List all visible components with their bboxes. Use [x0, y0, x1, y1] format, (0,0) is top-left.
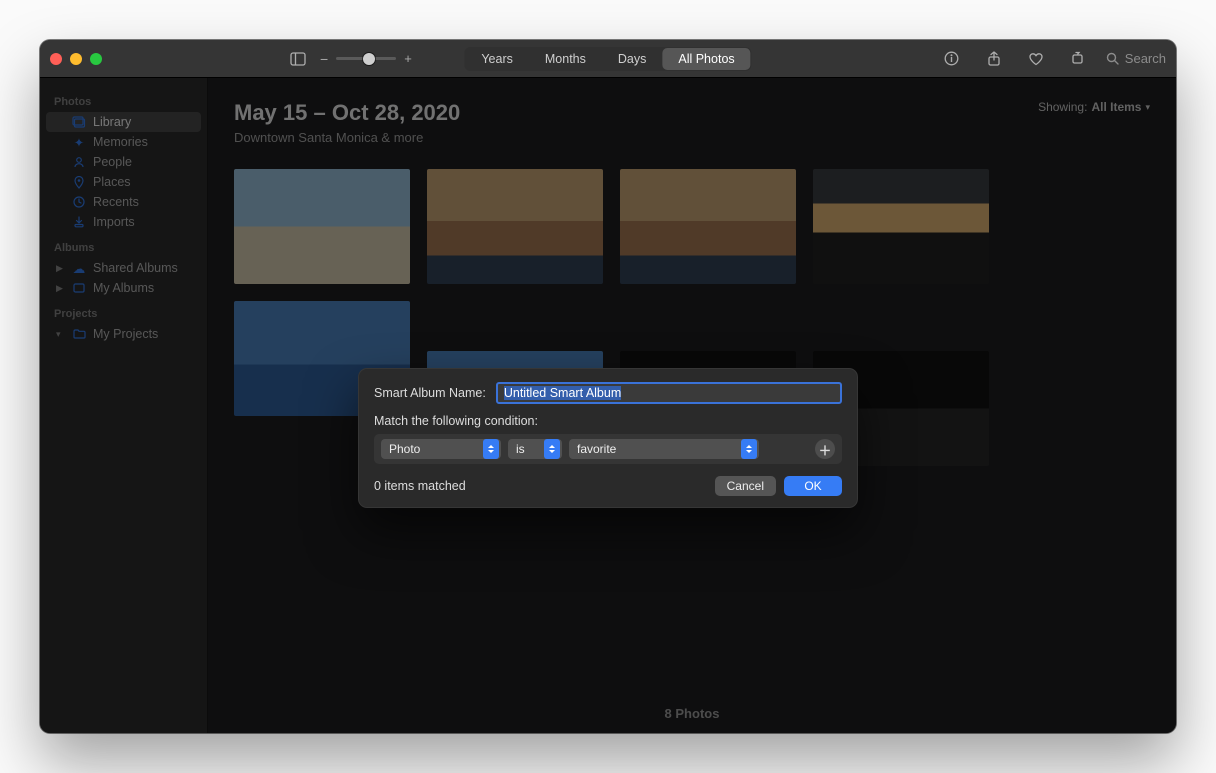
toolbar-right: Search: [938, 47, 1166, 71]
photos-app-window: − + Years Months Days All Photos: [40, 40, 1176, 733]
segment-days[interactable]: Days: [602, 48, 662, 70]
view-segmented-control: Years Months Days All Photos: [464, 47, 751, 71]
stepper-arrows-icon: [483, 439, 499, 459]
minimize-window-button[interactable]: [70, 53, 82, 65]
cancel-button[interactable]: Cancel: [715, 476, 776, 496]
smart-album-name-input[interactable]: [496, 382, 842, 404]
zoom-plus[interactable]: +: [402, 51, 414, 66]
share-button[interactable]: [980, 47, 1008, 71]
segment-years[interactable]: Years: [465, 48, 529, 70]
toolbar-left: − +: [284, 47, 414, 71]
stepper-arrows-icon: [741, 439, 757, 459]
sidebar-toggle-button[interactable]: [284, 47, 312, 71]
rotate-button[interactable]: [1064, 47, 1092, 71]
zoom-minus[interactable]: −: [318, 51, 330, 67]
close-window-button[interactable]: [50, 53, 62, 65]
criteria-op-value: is: [516, 442, 525, 456]
favorite-button[interactable]: [1022, 47, 1050, 71]
thumbnail-size-slider[interactable]: [336, 51, 396, 67]
segment-months[interactable]: Months: [529, 48, 602, 70]
condition-row: Photo is favorite ＋: [374, 434, 842, 464]
criteria-op-select[interactable]: is: [508, 439, 562, 459]
info-button[interactable]: [938, 47, 966, 71]
criteria-field-value: Photo: [389, 442, 420, 456]
items-matched-label: 0 items matched: [374, 479, 466, 493]
smart-album-name-label: Smart Album Name:: [374, 386, 486, 400]
app-body: Photos Library ✦ Memories People Places …: [40, 78, 1176, 733]
search-icon: [1106, 52, 1119, 65]
criteria-field-select[interactable]: Photo: [381, 439, 501, 459]
segment-all-photos[interactable]: All Photos: [662, 48, 750, 70]
ok-button[interactable]: OK: [784, 476, 842, 496]
zoom-window-button[interactable]: [90, 53, 102, 65]
add-condition-button[interactable]: ＋: [815, 439, 835, 459]
titlebar: − + Years Months Days All Photos: [40, 40, 1176, 78]
search-field[interactable]: Search: [1106, 51, 1166, 66]
window-controls: [50, 53, 102, 65]
criteria-value-value: favorite: [577, 442, 616, 456]
condition-label: Match the following condition:: [374, 414, 842, 428]
stepper-arrows-icon: [544, 439, 560, 459]
criteria-value-select[interactable]: favorite: [569, 439, 759, 459]
smart-album-sheet: Smart Album Name: Match the following co…: [358, 368, 858, 508]
search-placeholder: Search: [1125, 51, 1166, 66]
